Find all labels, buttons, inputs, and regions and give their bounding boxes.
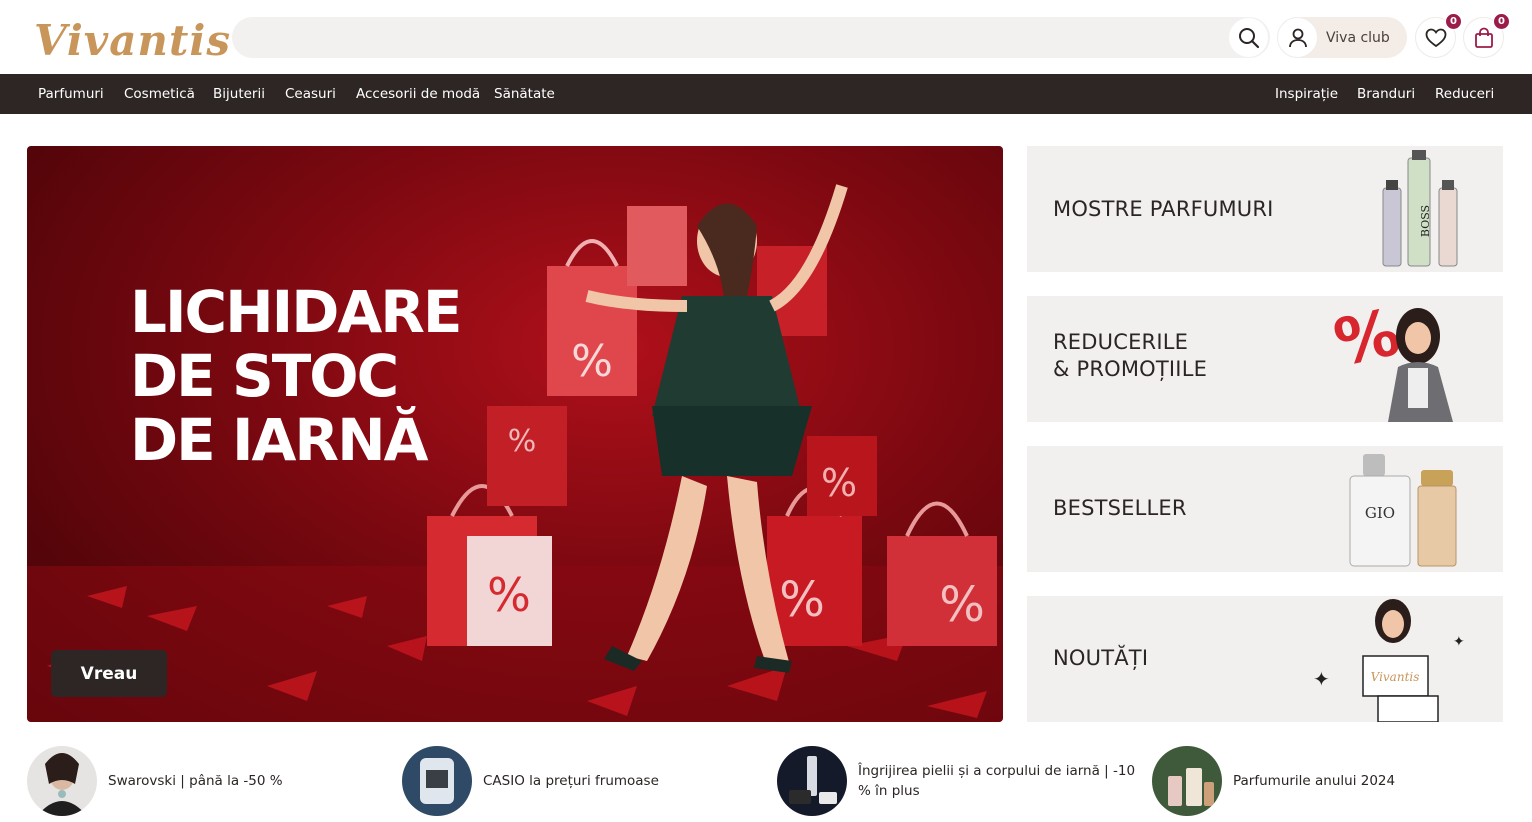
user-icon xyxy=(1288,28,1307,47)
hero-title: LICHIDARE DE STOC DE IARNĂ xyxy=(130,278,463,474)
tile-label: BESTSELLER xyxy=(1053,496,1187,520)
svg-text:%: % xyxy=(1328,296,1406,381)
hero-title-line-2: DE STOC xyxy=(130,342,399,410)
hero-title-line-3: DE IARNĂ xyxy=(130,406,429,474)
svg-text:GIO: GIO xyxy=(1365,504,1395,522)
promo-text: CASIO la prețuri frumoase xyxy=(483,771,659,791)
svg-text:BOSS: BOSS xyxy=(1419,205,1432,237)
svg-text:Vivantis: Vivantis xyxy=(1371,670,1420,684)
wishlist-count-badge: 0 xyxy=(1445,13,1462,30)
tile-reducerile-promotiile[interactable]: REDUCERILE & PROMOȚIILE % xyxy=(1027,296,1503,422)
promo-text-line-1: Swarovski | până la -50 % xyxy=(108,773,283,789)
new-arrivals-illustration: Vivantis ✦ ✦ xyxy=(1313,599,1465,722)
promo-text-line-1: CASIO la prețuri frumoase xyxy=(483,773,659,789)
tile-noutati[interactable]: NOUTĂȚI Vivantis ✦ ✦ xyxy=(1027,596,1503,722)
promo-text: Îngrijirea pielii și a corpului de iarnă… xyxy=(858,761,1135,801)
svg-text:✦: ✦ xyxy=(1453,634,1465,650)
promo-text-line-2: % în plus xyxy=(858,783,920,799)
user-icon-wrap xyxy=(1277,17,1318,58)
nav-item-bijuterii[interactable]: Bijuterii xyxy=(213,74,265,114)
cart-count-badge: 0 xyxy=(1493,13,1510,30)
promotions-illustration: % xyxy=(1328,296,1453,422)
svg-text:%: % xyxy=(779,572,825,628)
promo-text-line-1: Îngrijirea pielii și a corpului de iarnă… xyxy=(858,763,1136,779)
svg-text:%: % xyxy=(508,424,537,459)
promo-thumb-perfumes xyxy=(1152,746,1222,816)
promo-thumb-swarovski xyxy=(27,746,97,816)
svg-text:%: % xyxy=(821,461,857,505)
site-header: Vivantis Viva club 0 0 xyxy=(0,0,1532,74)
promo-casio[interactable]: CASIO la prețuri frumoase xyxy=(402,745,659,817)
tile-label-line-2: & PROMOȚIILE xyxy=(1053,357,1208,381)
nav-item-branduri[interactable]: Branduri xyxy=(1357,74,1415,114)
promo-text: Parfumurile anului 2024 xyxy=(1233,771,1395,791)
nav-item-inspiratie[interactable]: Inspirație xyxy=(1275,74,1338,114)
main-navigation: Parfumuri Cosmetică Bijuterii Ceasuri Ac… xyxy=(0,74,1532,114)
bestseller-products-image: GIO xyxy=(1349,454,1457,567)
tile-label-line-1: REDUCERILE xyxy=(1053,330,1189,354)
promo-ingrijirea-pielii[interactable]: Îngrijirea pielii și a corpului de iarnă… xyxy=(777,745,1135,817)
promo-parfumurile-anului[interactable]: Parfumurile anului 2024 xyxy=(1152,745,1395,817)
search-button[interactable] xyxy=(1229,18,1268,57)
search-input[interactable] xyxy=(232,17,1270,58)
shopping-bag-icon xyxy=(1474,27,1493,48)
promo-text: Swarovski | până la -50 % xyxy=(108,771,283,791)
tile-label: MOSTRE PARFUMURI xyxy=(1053,197,1274,221)
nav-item-ceasuri[interactable]: Ceasuri xyxy=(285,74,336,114)
nav-item-accesorii[interactable]: Accesorii de modă xyxy=(356,74,480,114)
svg-text:✦: ✦ xyxy=(1313,667,1330,691)
svg-text:%: % xyxy=(571,336,613,387)
vivantis-logo[interactable]: Vivantis xyxy=(26,10,230,65)
promo-swarovski[interactable]: Swarovski | până la -50 % xyxy=(27,745,283,817)
svg-text:%: % xyxy=(939,577,985,633)
promo-thumb-casio xyxy=(402,746,472,816)
nav-item-parfumuri[interactable]: Parfumuri xyxy=(38,74,104,114)
promo-thumb-skincare xyxy=(777,746,847,816)
hero-cta-button[interactable]: Vreau xyxy=(51,650,167,697)
tile-label: NOUTĂȚI xyxy=(1053,646,1149,670)
svg-text:%: % xyxy=(487,568,531,622)
viva-club-button[interactable]: Viva club xyxy=(1277,17,1407,58)
cart-button[interactable]: 0 xyxy=(1463,13,1510,58)
heart-icon xyxy=(1425,28,1446,47)
promo-text-line-1: Parfumurile anului 2024 xyxy=(1233,773,1396,789)
tile-bestseller[interactable]: BESTSELLER GIO xyxy=(1027,446,1503,572)
hero-banner[interactable]: % % % % % % LICHIDARE DE STOC DE IARNĂ V… xyxy=(27,146,1003,722)
logo-text[interactable]: Vivantis xyxy=(34,16,231,65)
nav-item-sanatate[interactable]: Sănătate xyxy=(494,74,555,114)
viva-club-label: Viva club xyxy=(1326,29,1390,46)
wishlist-button[interactable]: 0 xyxy=(1415,13,1462,58)
perfume-samples-image: BOSS xyxy=(1382,150,1458,267)
hero-title-line-1: LICHIDARE xyxy=(130,278,463,346)
tile-mostre-parfumuri[interactable]: MOSTRE PARFUMURI BOSS xyxy=(1027,146,1503,272)
nav-item-reduceri[interactable]: Reduceri xyxy=(1435,74,1494,114)
search-icon xyxy=(1238,27,1259,48)
nav-item-cosmetica[interactable]: Cosmetică xyxy=(124,74,195,114)
